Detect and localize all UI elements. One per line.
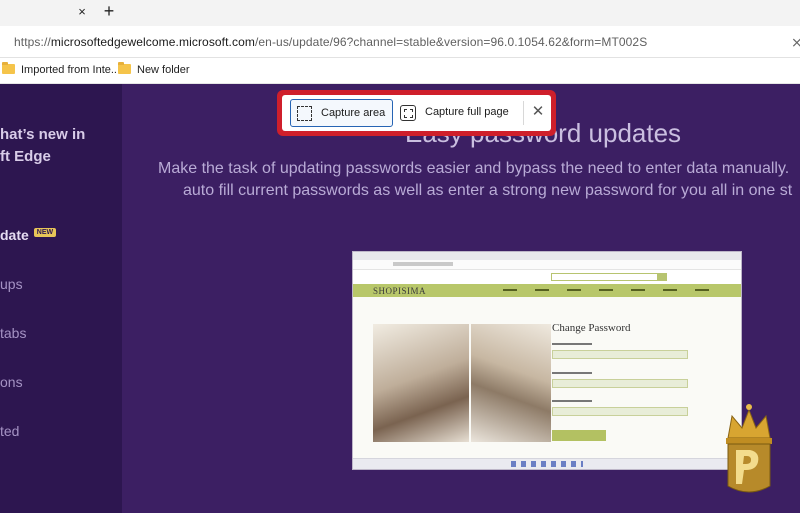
sidebar-item-label: tabs <box>0 325 27 341</box>
capture-full-page-button[interactable]: Capture full page <box>398 99 524 127</box>
preview-tabstrip <box>353 252 741 260</box>
favorite-item-new-folder[interactable]: New folder <box>118 62 190 79</box>
preview-url-line <box>393 262 453 266</box>
url-host: microsoftedgewelcome.microsoft.com <box>50 35 255 49</box>
preview-field-current <box>552 350 688 359</box>
sidebar-item-update[interactable]: date NEW <box>0 227 57 243</box>
preview-submit-button <box>552 430 606 441</box>
favorite-label: New folder <box>137 64 190 76</box>
capture-toolbar: Capture area Capture full page ✕ <box>282 95 551 131</box>
capture-toolbar-highlight: Capture area Capture full page ✕ <box>277 90 556 136</box>
preview-search-row <box>353 270 741 284</box>
crown-logo-icon <box>726 404 772 493</box>
description-line-2: auto fill current passwords as well as e… <box>183 182 793 199</box>
preview-field-confirm <box>552 407 688 416</box>
favorite-item-imported[interactable]: Imported from Inte... <box>2 62 121 79</box>
preview-form-title: Change Password <box>552 322 631 334</box>
preview-field-label <box>552 400 592 402</box>
sidebar-item-label: ons <box>0 374 23 390</box>
favorite-label: Imported from Inte... <box>21 64 121 76</box>
sidebar-item-related[interactable]: ted <box>0 423 19 439</box>
url-text[interactable]: https://microsoftedgewelcome.microsoft.c… <box>14 35 647 49</box>
favorites-bar: Imported from Inte... New folder <box>0 58 800 84</box>
description-line-1: Make the task of updating passwords easi… <box>158 160 790 177</box>
sidebar-item-groups[interactable]: ups <box>0 276 23 292</box>
preview-brand: SHOPISIMA <box>373 286 427 296</box>
address-bar[interactable]: https://microsoftedgewelcome.microsoft.c… <box>0 26 800 58</box>
preview-search-box <box>551 273 667 281</box>
sidebar-title-line1: hat’s new in <box>0 126 86 143</box>
preview-taskbar <box>353 458 741 469</box>
tab-strip: × + <box>0 0 800 26</box>
capture-area-label: Capture area <box>321 107 386 119</box>
capture-full-page-label: Capture full page <box>425 106 509 118</box>
sidebar-item-label: ups <box>0 276 23 292</box>
preview-field-new <box>552 379 688 388</box>
tab-close-icon[interactable]: × <box>74 4 90 20</box>
preview-photo-left <box>373 324 469 442</box>
capture-full-page-icon <box>400 105 416 121</box>
preview-search-icon <box>657 273 667 281</box>
capture-area-button[interactable]: Capture area <box>290 99 393 127</box>
close-icon[interactable]: ⨯ <box>791 34 800 51</box>
folder-icon <box>118 62 131 74</box>
preview-photo-right <box>471 324 551 442</box>
sidebar-title: hat’s new in ft Edge <box>0 124 85 168</box>
new-tab-icon[interactable]: + <box>100 2 118 21</box>
preview-nav-links <box>503 289 718 291</box>
sidebar-item-options[interactable]: ons <box>0 374 23 390</box>
url-prefix: https:// <box>14 35 51 49</box>
capture-area-icon <box>297 106 312 121</box>
feature-preview-image: SHOPISIMA Change Password <box>352 251 742 470</box>
toolbar-divider <box>523 101 524 125</box>
new-badge: NEW <box>33 228 57 237</box>
preview-addressbar <box>353 260 741 270</box>
sidebar-item-tabs[interactable]: tabs <box>0 325 26 341</box>
sidebar-title-line2: ft Edge <box>0 148 51 165</box>
sidebar-item-label: date <box>0 227 29 243</box>
preview-field-label <box>552 343 592 345</box>
preview-taskbar-icons <box>511 461 583 467</box>
url-path: /en-us/update/96?channel=stable&version=… <box>254 35 648 49</box>
folder-icon <box>2 62 15 74</box>
preview-nav: SHOPISIMA <box>353 284 741 297</box>
sidebar-item-label: ted <box>0 423 20 439</box>
close-icon[interactable]: ✕ <box>529 102 547 122</box>
preview-field-label <box>552 372 592 374</box>
sidebar: hat’s new in ft Edge date NEW ups tabs on… <box>0 84 122 513</box>
